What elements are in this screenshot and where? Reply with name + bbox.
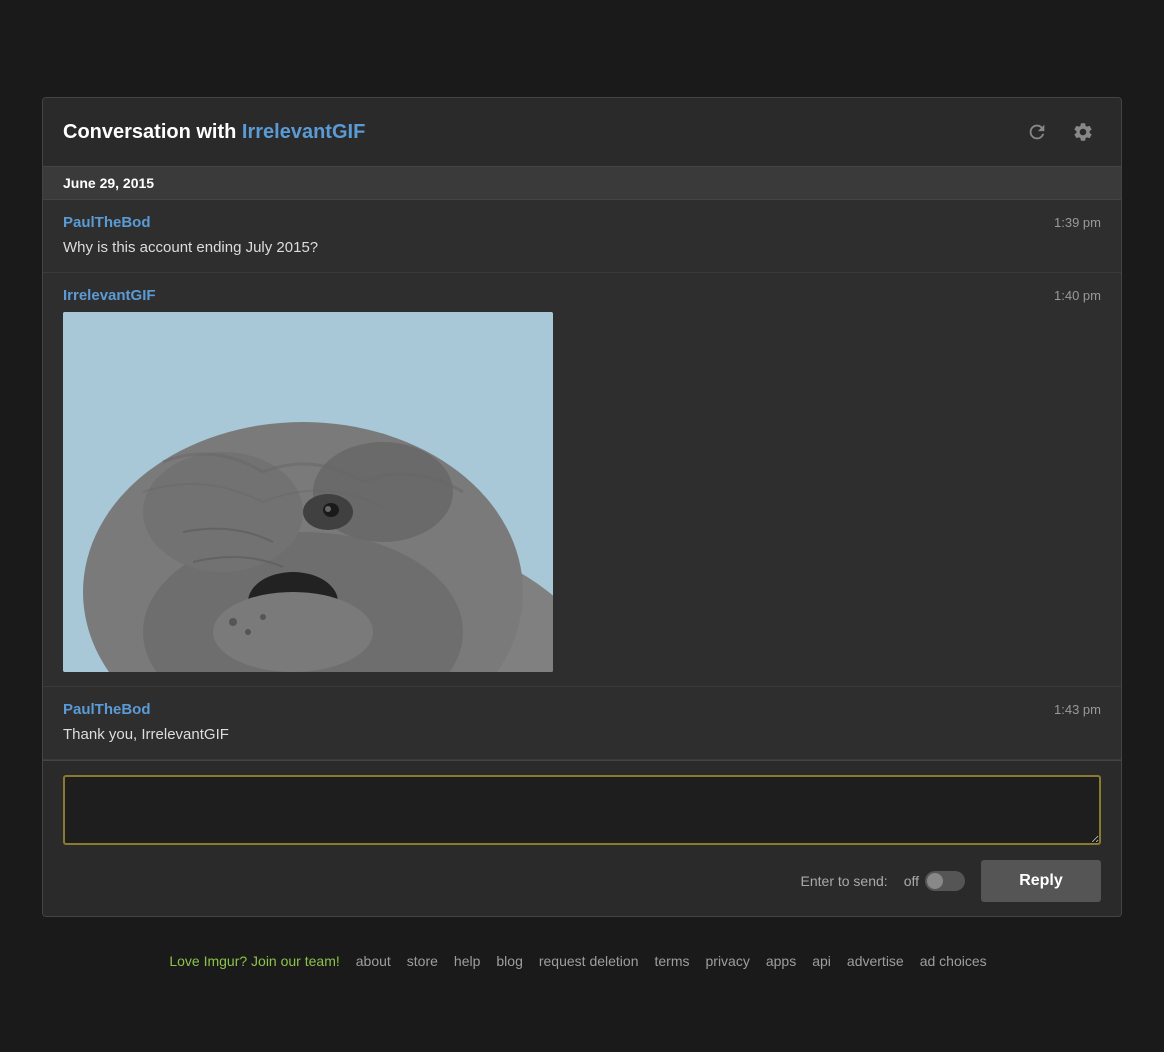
- footer-link-ad-choices[interactable]: ad choices: [920, 953, 987, 969]
- reply-controls: Enter to send: off Reply: [63, 860, 1101, 902]
- date-bar: June 29, 2015: [43, 167, 1121, 200]
- message-username[interactable]: PaulTheBod: [63, 214, 151, 231]
- footer-link-about[interactable]: about: [356, 953, 391, 969]
- message-header: PaulTheBod 1:43 pm: [63, 701, 1101, 718]
- reply-input[interactable]: [63, 775, 1101, 845]
- refresh-icon: [1026, 121, 1048, 143]
- enter-to-send-label: Enter to send:: [801, 873, 888, 889]
- toggle-container[interactable]: off: [904, 871, 965, 891]
- message-text: Why is this account ending July 2015?: [63, 237, 1101, 258]
- message-image: [63, 312, 553, 672]
- reply-button[interactable]: Reply: [981, 860, 1101, 902]
- footer-link-privacy[interactable]: privacy: [706, 953, 750, 969]
- footer-link-terms[interactable]: terms: [655, 953, 690, 969]
- toggle-knob: [927, 873, 943, 889]
- gear-icon: [1072, 121, 1094, 143]
- message-row: PaulTheBod 1:39 pm Why is this account e…: [43, 200, 1121, 273]
- footer-link-help[interactable]: help: [454, 953, 480, 969]
- settings-button[interactable]: [1065, 114, 1101, 150]
- footer-love-text: Love Imgur? Join our team!: [169, 953, 339, 969]
- refresh-button[interactable]: [1019, 114, 1055, 150]
- footer-link-advertise[interactable]: advertise: [847, 953, 904, 969]
- message-username[interactable]: PaulTheBod: [63, 701, 151, 718]
- conversation-header: Conversation with IrrelevantGIF: [43, 98, 1121, 167]
- message-time: 1:43 pm: [1054, 702, 1101, 717]
- footer-bar: Love Imgur? Join our team! about store h…: [0, 937, 1164, 985]
- message-list: PaulTheBod 1:39 pm Why is this account e…: [43, 200, 1121, 760]
- date-label: June 29, 2015: [63, 175, 154, 191]
- enter-to-send-toggle[interactable]: [925, 871, 965, 891]
- header-icons: [1019, 114, 1101, 150]
- message-header: PaulTheBod 1:39 pm: [63, 214, 1101, 231]
- footer-link-request-deletion[interactable]: request deletion: [539, 953, 639, 969]
- footer-link-api[interactable]: api: [812, 953, 831, 969]
- conversation-title: Conversation with IrrelevantGIF: [63, 121, 365, 144]
- walrus-image: [63, 312, 553, 672]
- page-wrapper: Conversation with IrrelevantGIF June 29,…: [0, 0, 1164, 1052]
- footer-link-apps[interactable]: apps: [766, 953, 796, 969]
- message-username[interactable]: IrrelevantGIF: [63, 287, 156, 304]
- message-text: Thank you, IrrelevantGIF: [63, 724, 1101, 745]
- conversation-box: Conversation with IrrelevantGIF June 29,…: [42, 97, 1122, 917]
- title-username: IrrelevantGIF: [242, 121, 365, 143]
- footer-link-blog[interactable]: blog: [496, 953, 522, 969]
- footer-link-store[interactable]: store: [407, 953, 438, 969]
- message-header: IrrelevantGIF 1:40 pm: [63, 287, 1101, 304]
- toggle-off-label: off: [904, 873, 919, 889]
- message-row: PaulTheBod 1:43 pm Thank you, Irrelevant…: [43, 687, 1121, 760]
- message-time: 1:40 pm: [1054, 288, 1101, 303]
- reply-area: Enter to send: off Reply: [43, 760, 1121, 916]
- title-prefix: Conversation with: [63, 121, 242, 143]
- message-time: 1:39 pm: [1054, 215, 1101, 230]
- message-row: IrrelevantGIF 1:40 pm: [43, 273, 1121, 687]
